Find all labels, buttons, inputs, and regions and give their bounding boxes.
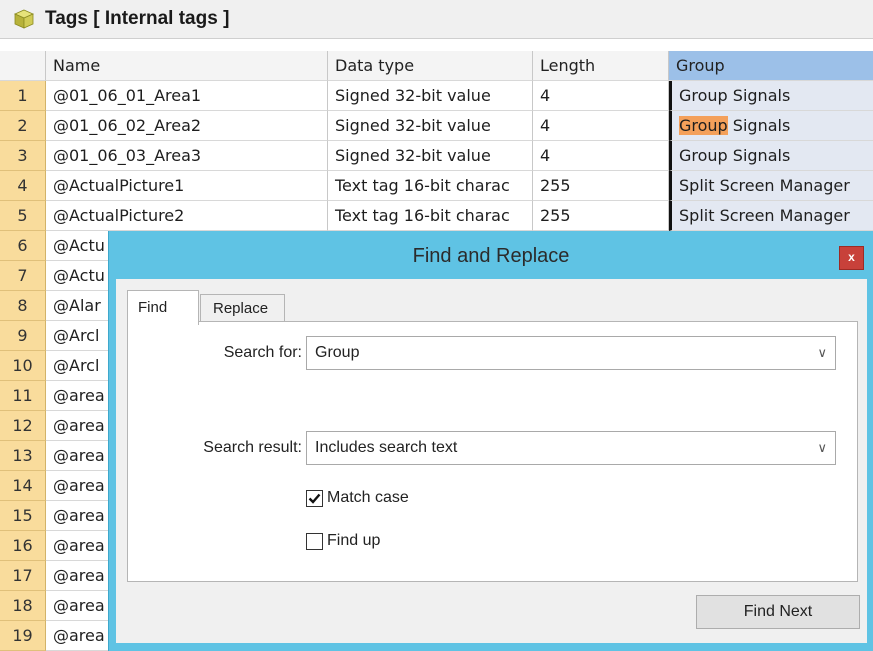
name-cell[interactable]: @ActualPicture2	[46, 201, 328, 231]
length-cell[interactable]: 4	[533, 81, 669, 111]
dialog-title: Find and Replace	[412, 245, 570, 267]
row-number[interactable]: 10	[0, 351, 46, 381]
length-cell[interactable]: 255	[533, 171, 669, 201]
search-result-combo[interactable]: Includes search text ∨	[306, 431, 836, 465]
name-cell[interactable]: @01_06_02_Area2	[46, 111, 328, 141]
group-cell[interactable]: Split Screen Manager	[669, 201, 873, 231]
header-length[interactable]: Length	[533, 51, 669, 81]
row-number[interactable]: 15	[0, 501, 46, 531]
row-number[interactable]: 8	[0, 291, 46, 321]
data-type-cell[interactable]: Signed 32-bit value	[328, 81, 533, 111]
row-number[interactable]: 11	[0, 381, 46, 411]
header-corner	[0, 51, 46, 81]
row-number[interactable]: 16	[0, 531, 46, 561]
row-number[interactable]: 1	[0, 81, 46, 111]
tab-replace[interactable]: Replace	[200, 294, 285, 322]
data-type-cell[interactable]: Signed 32-bit value	[328, 141, 533, 171]
name-cell[interactable]: @01_06_03_Area3	[46, 141, 328, 171]
group-cell[interactable]: Group Signals	[669, 111, 873, 141]
row-number[interactable]: 9	[0, 321, 46, 351]
row-number[interactable]: 12	[0, 411, 46, 441]
row-number[interactable]: 17	[0, 561, 46, 591]
match-case-row[interactable]: Match case	[306, 489, 409, 507]
header-group[interactable]: Group	[669, 51, 873, 81]
name-cell[interactable]: @01_06_01_Area1	[46, 81, 328, 111]
name-cell[interactable]: @ActualPicture1	[46, 171, 328, 201]
find-panel: Search for: Group ∨ Search result: Inclu…	[127, 321, 858, 582]
length-cell[interactable]: 4	[533, 111, 669, 141]
dialog-body: Find Replace Search for: Group ∨ Search …	[116, 279, 867, 643]
row-number[interactable]: 18	[0, 591, 46, 621]
search-result-value: Includes search text	[315, 439, 458, 456]
row-number[interactable]: 7	[0, 261, 46, 291]
match-case-checkbox[interactable]	[306, 489, 323, 507]
chevron-down-icon[interactable]: ∨	[817, 337, 827, 369]
cube-icon	[14, 9, 34, 29]
group-cell[interactable]: Group Signals	[669, 81, 873, 111]
search-for-label: Search for:	[223, 344, 302, 361]
search-result-label: Search result:	[203, 439, 302, 456]
header-data-type[interactable]: Data type	[328, 51, 533, 81]
window-titlebar: Tags [ Internal tags ]	[0, 0, 873, 39]
find-up-label: Find up	[327, 532, 381, 549]
row-number[interactable]: 2	[0, 111, 46, 141]
find-up-checkbox[interactable]	[306, 532, 323, 550]
row-number[interactable]: 19	[0, 621, 46, 651]
row-number[interactable]: 13	[0, 441, 46, 471]
data-type-cell[interactable]: Text tag 16-bit charac	[328, 201, 533, 231]
search-for-combo[interactable]: Group ∨	[306, 336, 836, 370]
data-type-cell[interactable]: Text tag 16-bit charac	[328, 171, 533, 201]
find-replace-dialog: Find and Replace x Find Replace Search f…	[108, 231, 873, 651]
row-number[interactable]: 3	[0, 141, 46, 171]
close-button[interactable]: x	[839, 246, 864, 270]
find-up-row[interactable]: Find up	[306, 532, 380, 550]
window-title: Tags [ Internal tags ]	[45, 8, 230, 29]
find-next-button[interactable]: Find Next	[696, 595, 860, 629]
checkmark-icon	[308, 493, 321, 504]
tab-find[interactable]: Find	[127, 290, 199, 325]
row-number[interactable]: 5	[0, 201, 46, 231]
data-type-cell[interactable]: Signed 32-bit value	[328, 111, 533, 141]
group-cell[interactable]: Split Screen Manager	[669, 171, 873, 201]
search-match-highlight: Group	[679, 116, 728, 135]
match-case-label: Match case	[327, 489, 409, 506]
group-cell[interactable]: Group Signals	[669, 141, 873, 171]
row-number[interactable]: 14	[0, 471, 46, 501]
length-cell[interactable]: 4	[533, 141, 669, 171]
length-cell[interactable]: 255	[533, 201, 669, 231]
search-for-value: Group	[315, 344, 360, 361]
row-number[interactable]: 4	[0, 171, 46, 201]
row-number[interactable]: 6	[0, 231, 46, 261]
header-name[interactable]: Name	[46, 51, 328, 81]
chevron-down-icon[interactable]: ∨	[817, 432, 827, 464]
group-cell-text: Signals	[727, 116, 791, 135]
